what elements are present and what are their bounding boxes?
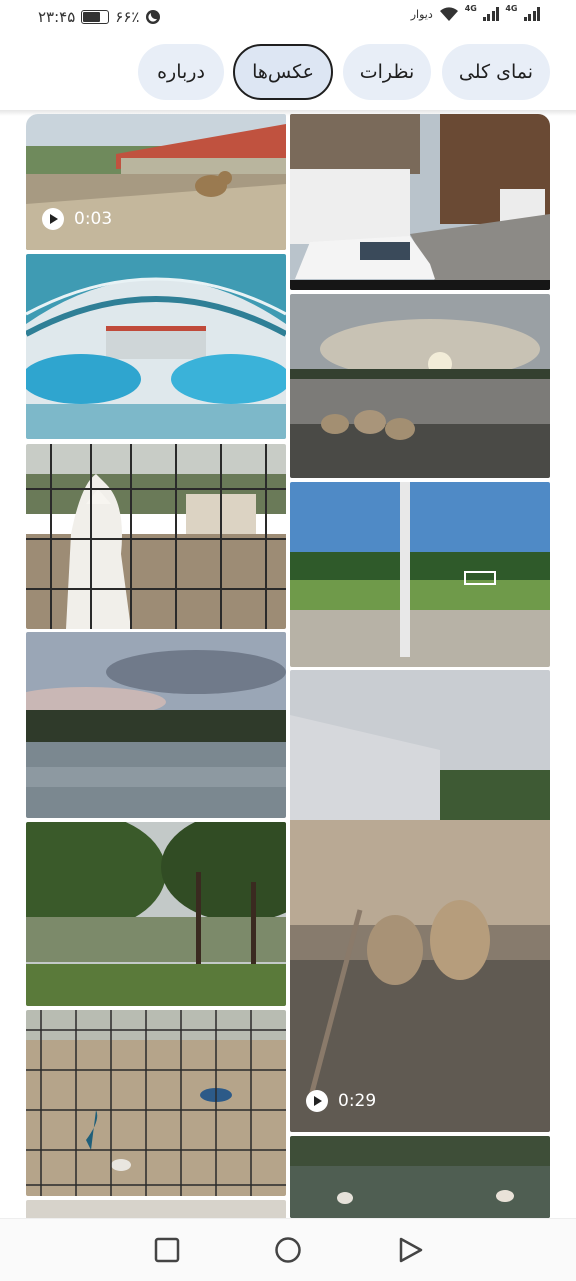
photo-bears-sunset[interactable] bbox=[290, 294, 550, 478]
photo-lake[interactable] bbox=[26, 632, 286, 818]
photo-grid: 0:03 0:29 bbox=[0, 114, 576, 1218]
wifi-icon bbox=[439, 7, 458, 21]
video-badge: 0:29 bbox=[306, 1090, 376, 1112]
video-badge: 0:03 bbox=[42, 208, 112, 230]
photo-bear-enclosure-video[interactable]: 0:03 bbox=[26, 114, 286, 250]
photo-bear-cubs-video[interactable]: 0:29 bbox=[290, 670, 550, 1132]
photo-peacock-cage[interactable] bbox=[26, 1010, 286, 1196]
place-tabs: نمای کلی نظرات عکس‌ها درباره bbox=[0, 42, 576, 104]
status-time: ۲۳:۴۵ bbox=[38, 8, 76, 26]
photo-pond-flamingos[interactable] bbox=[290, 1136, 550, 1218]
play-icon bbox=[306, 1090, 328, 1112]
photo-partial[interactable] bbox=[26, 1200, 286, 1218]
photo-indoor-pool[interactable] bbox=[26, 254, 286, 439]
play-icon bbox=[42, 208, 64, 230]
signal-icon-1 bbox=[482, 7, 500, 21]
network-type-2: 4G bbox=[505, 3, 518, 13]
battery-percent: ۶۶٪ bbox=[115, 8, 140, 26]
video-duration: 0:29 bbox=[338, 1091, 377, 1111]
recent-apps-icon[interactable] bbox=[152, 1235, 182, 1265]
tab-overview[interactable]: نمای کلی bbox=[442, 44, 550, 100]
photo-llama-cage[interactable] bbox=[26, 444, 286, 629]
video-duration: 0:03 bbox=[74, 209, 113, 229]
tab-photos[interactable]: عکس‌ها bbox=[233, 44, 333, 100]
status-right: دیوار 4G 4G bbox=[410, 3, 540, 22]
photo-garden-trees[interactable] bbox=[26, 822, 286, 1006]
signal-icon-2 bbox=[523, 7, 540, 21]
home-icon[interactable] bbox=[273, 1235, 303, 1265]
photo-football-field[interactable] bbox=[290, 482, 550, 667]
do-not-disturb-icon bbox=[146, 10, 161, 24]
network-type-1: 4G bbox=[464, 3, 477, 13]
tab-about[interactable]: درباره bbox=[138, 44, 224, 100]
status-left: ۲۳:۴۵ ۶۶٪ bbox=[38, 8, 161, 26]
tab-reviews[interactable]: نظرات bbox=[343, 44, 431, 100]
carrier-label: دیوار bbox=[410, 7, 433, 21]
status-bar: ۲۳:۴۵ ۶۶٪ دیوار 4G 4G bbox=[0, 0, 576, 36]
back-icon[interactable] bbox=[395, 1235, 425, 1265]
photo-zoo-entrance-car[interactable] bbox=[290, 114, 550, 290]
system-nav-bar bbox=[0, 1218, 576, 1281]
battery-icon bbox=[81, 10, 110, 24]
